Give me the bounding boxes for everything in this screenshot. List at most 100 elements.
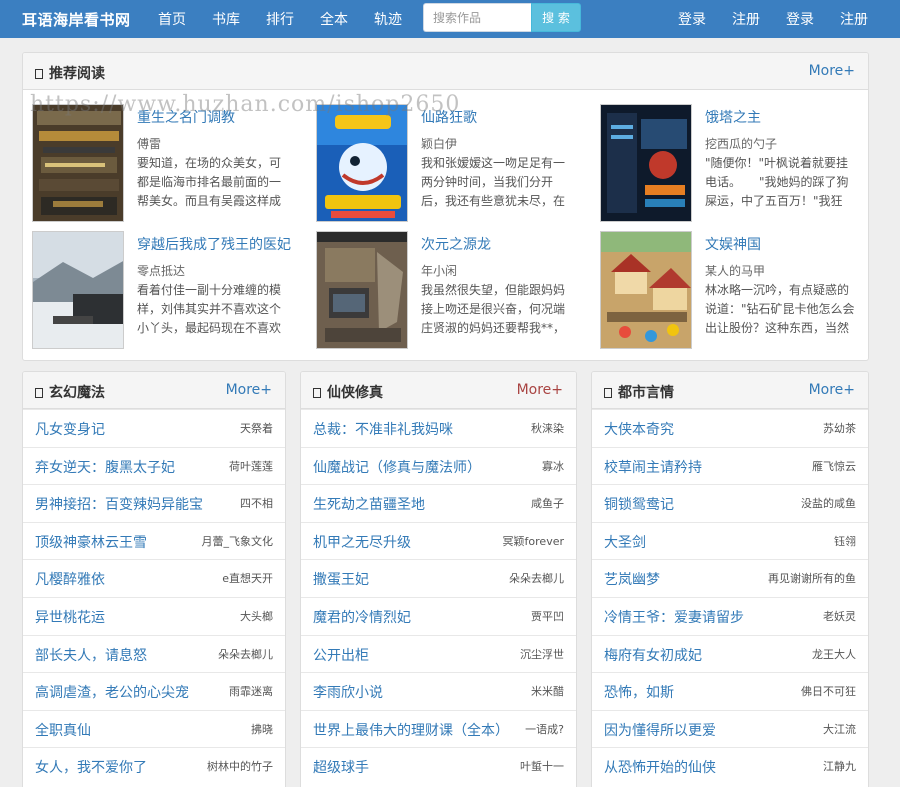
list-item[interactable]: 异世桃花运 大头榔: [23, 597, 285, 634]
book-title[interactable]: 重生之名门调教: [137, 107, 235, 127]
list-item-title[interactable]: 铜锁鸳鸯记: [604, 494, 674, 514]
register-link[interactable]: 注册: [732, 9, 760, 29]
list-item-title[interactable]: 冷情王爷：爱妻请留步: [604, 607, 744, 627]
list-item[interactable]: 铜锁鸳鸯记 没盐的咸鱼: [592, 484, 868, 521]
list-item-title[interactable]: 弃女逆天：腹黑太子妃: [35, 457, 175, 477]
category-panel-xianxia: 仙侠修真 More+ 总裁：不准非礼我妈咪 秋涞染 仙魔战记（修真与魔法师） 寡冰 生死…: [300, 371, 577, 787]
category-more-link[interactable]: More+: [809, 382, 855, 398]
book-cover[interactable]: [32, 231, 124, 349]
list-item[interactable]: 全职真仙 拂晓: [23, 709, 285, 747]
list-item-title[interactable]: 恐怖，如斯: [604, 682, 674, 702]
list-item-title[interactable]: 女人，我不爱你了: [35, 757, 147, 777]
list-item-title[interactable]: 撒蛋王妃: [313, 569, 369, 589]
register-link-2[interactable]: 注册: [840, 9, 868, 29]
list-item-title[interactable]: 大圣剑: [604, 532, 646, 552]
list-item[interactable]: 机甲之无尽升级 冥颖forever: [301, 521, 576, 559]
search-button[interactable]: 搜 索: [531, 3, 581, 32]
list-item-author: 苏幼茶: [823, 422, 856, 435]
nav-complete[interactable]: 全本: [320, 9, 348, 29]
list-item-title[interactable]: 大侠本奇究: [604, 419, 674, 439]
nav-history[interactable]: 轨迹: [374, 9, 402, 29]
list-item-title[interactable]: 艺岚幽梦: [604, 569, 660, 589]
list-item[interactable]: 从恐怖开始的仙侠 江静九: [592, 747, 868, 784]
list-item[interactable]: 超级球手 叶蜇十一: [301, 747, 576, 784]
list-item-title[interactable]: 总裁：不准非礼我妈咪: [313, 419, 453, 439]
list-item-title[interactable]: 公开出柜: [313, 645, 369, 665]
list-item-title[interactable]: 全职真仙: [35, 720, 91, 740]
list-item[interactable]: 公开出柜 沉尘浮世: [301, 634, 576, 672]
list-item-title[interactable]: 高调虐渣，老公的心尖宠: [35, 682, 189, 702]
nav-ranking[interactable]: 排行: [266, 9, 294, 29]
login-link-2[interactable]: 登录: [786, 9, 814, 29]
list-item-author: 龙王大人: [812, 647, 856, 661]
list-item[interactable]: 部长夫人，请息怒 朵朵去榔儿: [23, 634, 285, 672]
list-item-title[interactable]: 部长夫人，请息怒: [35, 645, 147, 665]
list-item[interactable]: 顶级神豪林云王雪 月蕾_飞象文化: [23, 521, 285, 559]
list-item[interactable]: 梅府有女初成妃 龙王大人: [592, 634, 868, 672]
list-item-title[interactable]: 从恐怖开始的仙侠: [604, 757, 716, 777]
list-item-title[interactable]: 凡樱醉雅依: [35, 569, 105, 589]
list-item[interactable]: 男神接招：百变辣妈异能宝 四不相: [23, 484, 285, 521]
list-item[interactable]: 大侠本奇究 苏幼茶: [592, 409, 868, 446]
list-item-title[interactable]: 男神接招：百变辣妈异能宝: [35, 494, 203, 514]
list-item[interactable]: 高调虐渣，老公的心尖宠 雨霏迷离: [23, 672, 285, 709]
list-item[interactable]: 校草闹主请矜持 雁飞惊云: [592, 446, 868, 484]
nav-home[interactable]: 首页: [158, 9, 186, 29]
list-item[interactable]: 凡女变身记 天祭着: [23, 409, 285, 446]
book-cover[interactable]: [600, 104, 692, 222]
search-input[interactable]: [423, 3, 531, 32]
book-title[interactable]: 文娱神国: [705, 234, 761, 254]
list-item-title[interactable]: 世界上最伟大的理财课（全本）: [313, 720, 509, 740]
book-cover[interactable]: [32, 104, 124, 222]
list-item[interactable]: 大圣剑 钰翎: [592, 521, 868, 559]
book-title[interactable]: 饿塔之主: [705, 107, 761, 127]
list-item[interactable]: 总裁：不准非礼我妈咪 秋涞染: [301, 409, 576, 446]
recommend-title: 推荐阅读: [35, 63, 105, 83]
book-card[interactable]: 饿塔之主 挖西瓜的勺子 "随便你！"叶枫说着就要挂电话。 "我她妈的踩了狗屎运，…: [600, 104, 868, 222]
book-title[interactable]: 次元之源龙: [421, 234, 491, 254]
list-item[interactable]: 凡樱醉雅依 e直想天开: [23, 559, 285, 596]
list-item[interactable]: 冷情王爷：爱妻请留步 老妖灵: [592, 597, 868, 634]
site-logo[interactable]: 耳语海岸看书网: [22, 9, 131, 30]
list-item-title[interactable]: 因为懂得所以更爱: [604, 720, 716, 740]
book-card[interactable]: 仙路狂歌 颖白伊 我和张嫒嫒这一吻足足有一两分钟时间，当我们分开后，我还有些意犹…: [316, 104, 596, 222]
category-more-link[interactable]: More+: [226, 382, 272, 398]
category-more-link[interactable]: More+: [517, 382, 563, 398]
book-icon: [35, 69, 43, 79]
list-item[interactable]: 弃女逆天：腹黑太子妃 荷叶莲莲: [23, 446, 285, 484]
book-cover[interactable]: [316, 104, 408, 222]
list-item[interactable]: 因为懂得所以更爱 大江流: [592, 709, 868, 747]
list-item[interactable]: 艺岚幽梦 再见谢谢所有的鱼: [592, 559, 868, 596]
book-card[interactable]: 穿越后我成了残王的医妃 零点抵达 看着付佳一副十分难缠的模样，刘伟其实并不喜欢这…: [32, 231, 312, 349]
list-item[interactable]: 撒蛋王妃 朵朵去榔儿: [301, 559, 576, 596]
nav-library[interactable]: 书库: [212, 9, 240, 29]
list-item-title[interactable]: 顶级神豪林云王雪: [35, 532, 147, 552]
login-link[interactable]: 登录: [678, 9, 706, 29]
list-item[interactable]: 李雨欣小说 米米醋: [301, 672, 576, 709]
list-item-title[interactable]: 生死劫之苗疆圣地: [313, 494, 425, 514]
book-card[interactable]: 重生之名门调教 傅雷 要知道，在场的众美女，可都是临海市排名最前面的一帮美女。而…: [32, 104, 312, 222]
list-item-title[interactable]: 机甲之无尽升级: [313, 532, 411, 552]
list-item[interactable]: 生死劫之苗疆圣地 咸鱼子: [301, 484, 576, 521]
category-heading: 玄幻魔法 More+: [23, 372, 285, 409]
recommend-more-link[interactable]: More+: [809, 63, 855, 79]
book-title[interactable]: 穿越后我成了残王的医妃: [137, 234, 291, 254]
list-item-title[interactable]: 凡女变身记: [35, 419, 105, 439]
list-item-title[interactable]: 仙魔战记（修真与魔法师）: [313, 457, 481, 477]
list-item-title[interactable]: 校草闹主请矜持: [604, 457, 702, 477]
book-cover[interactable]: [316, 231, 408, 349]
book-card[interactable]: 次元之源龙 年小闲 我虽然很失望，但能跟妈妈接上吻还是很兴奋，何况端庄贤淑的妈妈…: [316, 231, 596, 349]
book-cover[interactable]: [600, 231, 692, 349]
list-item[interactable]: 恐怖，如斯 佛日不可狂: [592, 672, 868, 709]
list-item-title[interactable]: 魔君的冷情烈妃: [313, 607, 411, 627]
list-item-title[interactable]: 异世桃花运: [35, 607, 105, 627]
list-item-title[interactable]: 李雨欣小说: [313, 682, 383, 702]
book-title[interactable]: 仙路狂歌: [421, 107, 477, 127]
list-item[interactable]: 世界上最伟大的理财课（全本） 一语成?: [301, 709, 576, 747]
list-item[interactable]: 仙魔战记（修真与魔法师） 寡冰: [301, 446, 576, 484]
list-item-title[interactable]: 梅府有女初成妃: [604, 645, 702, 665]
list-item[interactable]: 女人，我不爱你了 树林中的竹子: [23, 747, 285, 784]
list-item-title[interactable]: 超级球手: [313, 757, 369, 777]
book-card[interactable]: 文娱神国 某人的马甲 林冰略一沉吟，有点疑惑的说道："钻石矿昆卡他怎么会出让股份…: [600, 231, 868, 349]
list-item[interactable]: 魔君的冷情烈妃 贾平凹: [301, 597, 576, 634]
